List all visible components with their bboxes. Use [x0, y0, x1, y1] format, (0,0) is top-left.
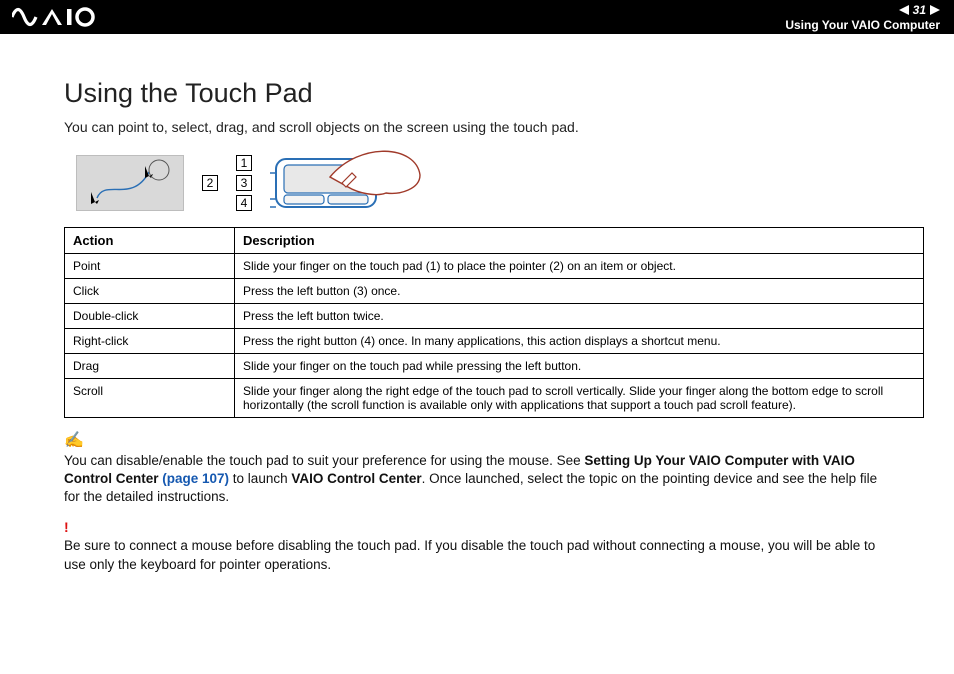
action-cell: Double-click [65, 304, 235, 329]
intro-text: You can point to, select, drag, and scro… [64, 119, 926, 135]
page-link[interactable]: (page 107) [162, 471, 229, 486]
figure-row: 2 1 3 4 [76, 147, 926, 219]
table-row: Double-clickPress the left button twice. [65, 304, 924, 329]
warning-block: ! Be sure to connect a mouse before disa… [64, 518, 890, 574]
warning-icon: ! [64, 519, 69, 535]
description-cell: Press the right button (4) once. In many… [235, 329, 924, 354]
action-cell: Drag [65, 354, 235, 379]
description-cell: Slide your finger on the touch pad while… [235, 354, 924, 379]
callout-2: 2 [202, 175, 218, 191]
description-cell: Press the left button (3) once. [235, 279, 924, 304]
callout-1: 1 [236, 155, 252, 171]
note-block: ✍ You can disable/enable the touch pad t… [64, 430, 890, 506]
note-bold-2: VAIO Control Center [291, 471, 421, 486]
table-row: ClickPress the left button (3) once. [65, 279, 924, 304]
page-nav: 31 [899, 3, 940, 17]
action-cell: Right-click [65, 329, 235, 354]
actions-table: Action Description PointSlide your finge… [64, 227, 924, 418]
nav-next-icon[interactable] [930, 5, 940, 15]
description-cell: Slide your finger on the touch pad (1) t… [235, 254, 924, 279]
action-cell: Scroll [65, 379, 235, 418]
header-section: Using Your VAIO Computer [785, 18, 940, 32]
col-description-header: Description [235, 228, 924, 254]
callout-column: 1 3 4 [236, 155, 252, 211]
description-cell: Press the left button twice. [235, 304, 924, 329]
table-row: PointSlide your finger on the touch pad … [65, 254, 924, 279]
header-bar: 31 Using Your VAIO Computer [0, 0, 954, 34]
touchpad-figure [270, 147, 425, 219]
note-text-mid: to launch [229, 471, 291, 486]
callout-4: 4 [236, 195, 252, 211]
col-action-header: Action [65, 228, 235, 254]
page-number: 31 [913, 3, 926, 17]
note-text-pre: You can disable/enable the touch pad to … [64, 453, 584, 468]
action-cell: Point [65, 254, 235, 279]
callout-3: 3 [236, 175, 252, 191]
page-content: Using the Touch Pad You can point to, se… [0, 34, 954, 574]
pointer-figure [76, 155, 184, 211]
description-cell: Slide your finger along the right edge o… [235, 379, 924, 418]
page-title: Using the Touch Pad [64, 78, 926, 109]
nav-prev-icon[interactable] [899, 5, 909, 15]
vaio-logo [12, 6, 98, 28]
warning-text: Be sure to connect a mouse before disabl… [64, 538, 875, 571]
table-row: ScrollSlide your finger along the right … [65, 379, 924, 418]
table-row: Right-clickPress the right button (4) on… [65, 329, 924, 354]
table-row: DragSlide your finger on the touch pad w… [65, 354, 924, 379]
header-right: 31 Using Your VAIO Computer [785, 3, 940, 32]
action-cell: Click [65, 279, 235, 304]
note-icon: ✍ [64, 432, 84, 449]
table-header-row: Action Description [65, 228, 924, 254]
